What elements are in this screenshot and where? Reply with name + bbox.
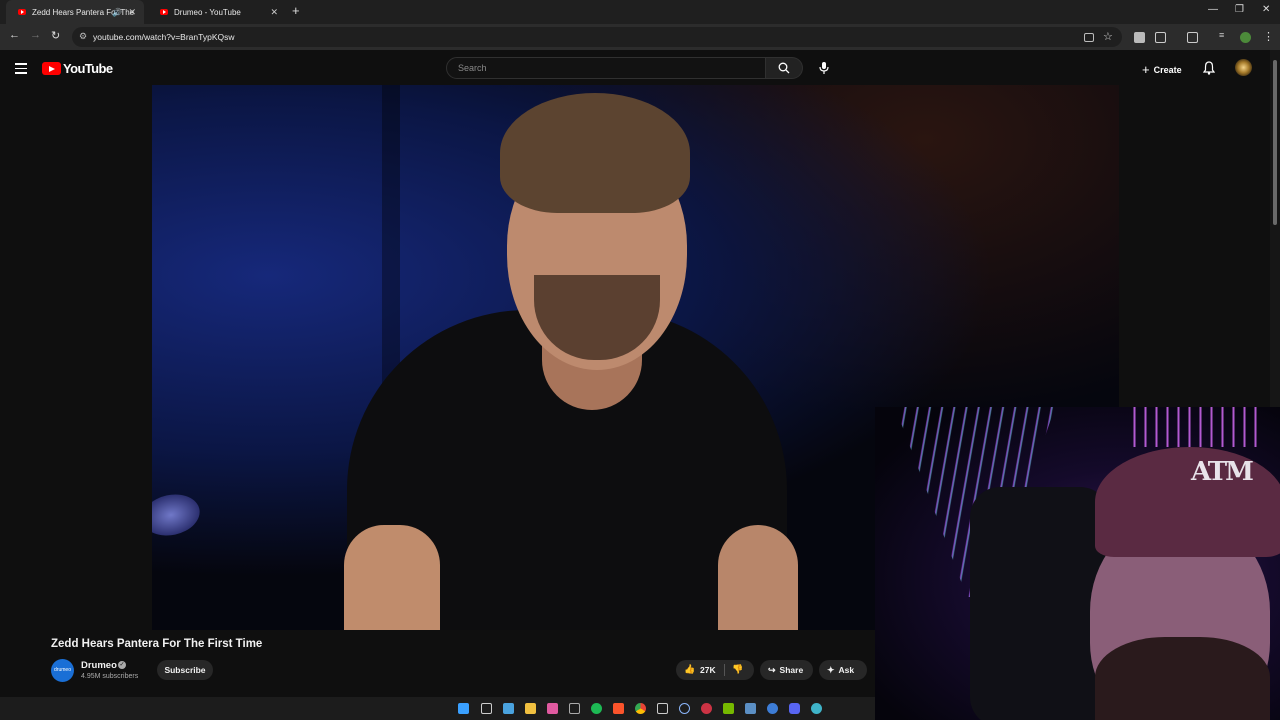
spotify-icon[interactable] — [591, 703, 602, 714]
forward-arrow-icon[interactable]: → — [30, 29, 41, 41]
like-dislike-group: 👍 27K 👎 — [676, 660, 754, 680]
tab-title: Drumeo - YouTube — [174, 7, 241, 17]
youtube-play-logo-icon — [42, 62, 61, 75]
reload-icon[interactable]: ↻ — [51, 29, 60, 42]
youtube-logo-text: YouTube — [63, 61, 113, 76]
create-button[interactable]: + Create — [1142, 62, 1182, 77]
webcam-overlay: ATM — [875, 407, 1280, 720]
notifications-bell-icon[interactable] — [1203, 61, 1215, 75]
microphone-icon[interactable] — [818, 61, 830, 75]
like-count[interactable]: 27K — [700, 665, 716, 675]
speaker-icon[interactable]: 🔊 — [112, 8, 122, 17]
verified-check-icon: ✓ — [118, 661, 126, 669]
extensions-puzzle-icon[interactable] — [1155, 32, 1166, 43]
cap-logo-image: ATM — [1191, 457, 1254, 487]
channel-avatar[interactable]: drumeo — [51, 659, 74, 682]
xbox-icon[interactable] — [569, 703, 580, 714]
app-icon[interactable] — [811, 703, 822, 714]
app-icon[interactable] — [679, 703, 690, 714]
app-icon[interactable] — [767, 703, 778, 714]
youtube-header: YouTube +Create — [0, 50, 1270, 86]
video-title: Zedd Hears Pantera For The First Time — [51, 638, 263, 650]
search-box — [446, 57, 766, 79]
widgets-icon[interactable] — [503, 703, 514, 714]
share-label: Share — [779, 665, 804, 675]
media-control-icon[interactable]: ≡ — [1219, 30, 1230, 41]
restore-icon[interactable]: ❐ — [1235, 4, 1244, 15]
windows-start-icon[interactable] — [458, 703, 469, 714]
ask-button[interactable]: ✦ Ask — [819, 660, 867, 680]
install-app-icon[interactable] — [1084, 33, 1094, 42]
back-arrow-icon[interactable]: ← — [9, 29, 20, 41]
youtube-favicon-icon — [160, 9, 168, 15]
youtube-logo[interactable]: YouTube — [42, 61, 113, 76]
share-arrow-icon: ↪ — [768, 665, 776, 675]
task-view-icon[interactable] — [481, 703, 492, 714]
create-label: Create — [1153, 65, 1182, 75]
close-tab-icon[interactable]: ✕ — [128, 7, 136, 18]
browser-tab-strip: Zedd Hears Pantera For The 🔊 ✕ Drumeo - … — [0, 0, 1280, 24]
dislike-thumb-icon[interactable]: 👎 — [732, 664, 743, 675]
led-lights — [1125, 407, 1265, 447]
hamburger-menu-icon[interactable] — [15, 63, 27, 77]
channel-name[interactable]: Drumeo — [81, 660, 117, 671]
profile-icon[interactable] — [1240, 32, 1251, 43]
address-bar[interactable]: ⚙ youtube.com/watch?v=BranTypKQsw — [72, 27, 1122, 47]
share-button[interactable]: ↪ Share — [760, 660, 813, 680]
extension-icon[interactable] — [1134, 32, 1145, 43]
nvidia-icon[interactable] — [723, 703, 734, 714]
search-input[interactable] — [456, 62, 750, 74]
browser-tab[interactable]: Drumeo - YouTube ✕ — [148, 0, 286, 24]
account-avatar[interactable] — [1235, 59, 1252, 76]
file-explorer-icon[interactable] — [525, 703, 536, 714]
close-window-icon[interactable]: ✕ — [1262, 4, 1270, 15]
like-thumb-icon[interactable]: 👍 — [684, 664, 695, 675]
gaming-chair — [970, 487, 1110, 720]
scrollbar-thumb[interactable] — [1273, 60, 1277, 225]
windows-taskbar — [0, 697, 875, 720]
streamer-cap — [1095, 447, 1280, 557]
browser-menu-icon[interactable]: ⋮ — [1263, 30, 1274, 43]
brave-icon[interactable] — [613, 703, 624, 714]
minimize-icon[interactable]: — — [1208, 4, 1218, 15]
sparkle-icon: ✦ — [827, 665, 835, 675]
chrome-icon[interactable] — [635, 703, 646, 714]
new-tab-plus-icon[interactable]: + — [292, 4, 300, 18]
subscriber-count: 4.95M subscribers — [81, 673, 139, 680]
streamer-beard — [1095, 637, 1270, 720]
youtube-favicon-icon — [18, 9, 26, 15]
photos-icon[interactable] — [547, 703, 558, 714]
search-icon — [778, 62, 790, 74]
side-panel-icon[interactable] — [1187, 32, 1198, 43]
browser-tab-active[interactable]: Zedd Hears Pantera For The 🔊 ✕ — [6, 0, 144, 24]
plus-icon: + — [1142, 62, 1150, 77]
video-person-hair — [500, 93, 690, 213]
app-icon[interactable] — [657, 703, 668, 714]
search-button[interactable] — [766, 57, 803, 79]
cymbal-shape — [152, 489, 204, 541]
steam-icon[interactable] — [745, 703, 756, 714]
app-icon[interactable] — [701, 703, 712, 714]
close-tab-icon[interactable]: ✕ — [270, 7, 278, 18]
like-divider — [724, 664, 725, 676]
subscribe-button[interactable]: Subscribe — [157, 660, 213, 680]
discord-icon[interactable] — [789, 703, 800, 714]
site-info-icon[interactable]: ⚙ — [79, 31, 87, 42]
bookmark-star-icon[interactable]: ☆ — [1103, 30, 1113, 43]
address-url: youtube.com/watch?v=BranTypKQsw — [93, 32, 235, 42]
video-person-arm — [344, 525, 440, 630]
ask-label: Ask — [838, 665, 855, 675]
video-person-arm — [718, 525, 798, 630]
